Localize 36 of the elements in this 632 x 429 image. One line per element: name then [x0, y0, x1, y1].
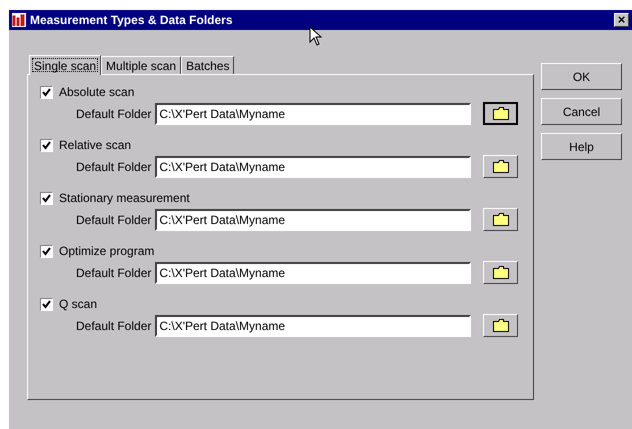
checkbox-label: Absolute scan	[59, 85, 134, 99]
folder-icon	[492, 160, 509, 173]
mouse-pointer-icon	[309, 26, 322, 46]
folder-field[interactable]: C:\X'Pert Data\Myname	[155, 314, 472, 336]
field-label: Default Folder	[76, 212, 152, 226]
folder-field[interactable]: C:\X'Pert Data\Myname	[155, 208, 472, 230]
folder-icon	[492, 266, 509, 279]
folder-field[interactable]: C:\X'Pert Data\Myname	[155, 262, 472, 284]
dialog-button[interactable]: Cancel	[541, 98, 622, 125]
tab[interactable]: Single scan	[29, 55, 102, 75]
tab[interactable]: Multiple scan	[101, 56, 182, 74]
dialog-button[interactable]: Help	[541, 133, 622, 160]
field-label: Default Folder	[76, 318, 152, 332]
folder-icon	[492, 319, 509, 332]
window-title: Measurement Types & Data Folders	[30, 13, 234, 27]
checkbox-label: Q scan	[59, 297, 98, 311]
browse-button[interactable]	[483, 102, 518, 125]
field-label: Default Folder	[76, 160, 152, 174]
checkbox-label: Optimize program	[59, 244, 154, 258]
close-button[interactable]: ×	[614, 13, 629, 27]
folder-icon	[492, 213, 509, 226]
checkbox[interactable]	[40, 86, 53, 98]
folder-icon	[492, 107, 509, 120]
field-label: Default Folder	[76, 106, 152, 120]
checkbox[interactable]	[40, 138, 53, 152]
field-label: Default Folder	[76, 266, 152, 280]
dialog-button[interactable]: OK	[541, 63, 622, 90]
app-icon	[12, 13, 26, 27]
checkbox[interactable]	[40, 244, 53, 258]
checkbox[interactable]	[40, 298, 53, 310]
folder-field[interactable]: C:\X'Pert Data\Myname	[155, 156, 472, 178]
checkbox-label: Stationary measurement	[59, 191, 190, 205]
folder-field[interactable]: C:\X'Pert Data\Myname	[155, 102, 472, 124]
checkbox[interactable]	[40, 192, 53, 204]
tab[interactable]: Batches	[181, 56, 234, 74]
checkbox-label: Relative scan	[59, 138, 132, 152]
